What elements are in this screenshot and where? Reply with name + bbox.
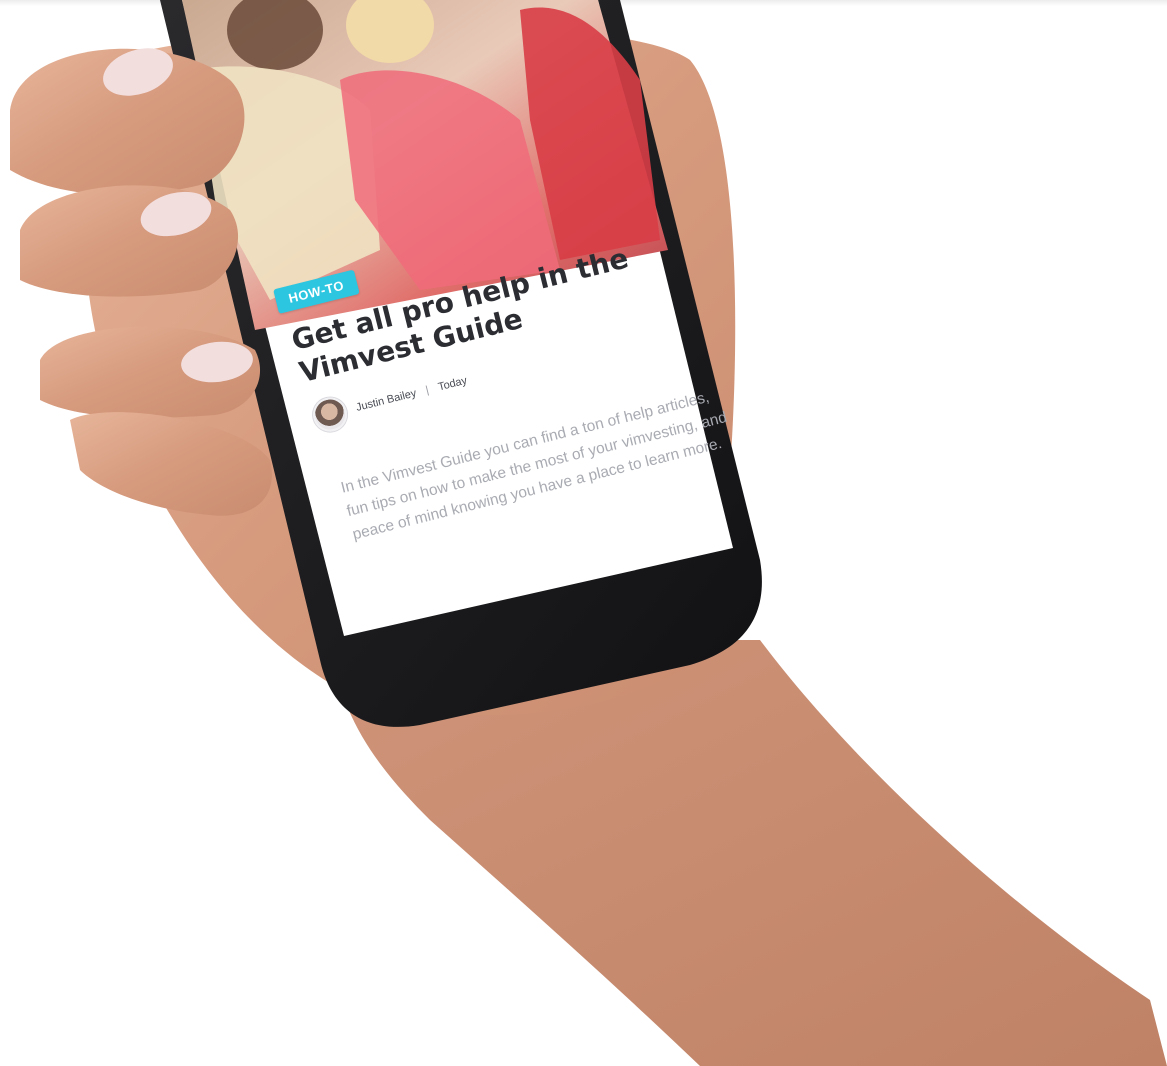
publish-date: Today xyxy=(436,374,469,394)
byline-separator: | xyxy=(424,384,431,397)
category-badge[interactable]: HOW-TO xyxy=(273,269,360,314)
author-avatar[interactable] xyxy=(309,393,351,436)
photo-scene: HOW-TO Get all pro help in the Vimvest G… xyxy=(0,0,1167,1066)
author-name[interactable]: Justin Bailey xyxy=(355,387,418,414)
